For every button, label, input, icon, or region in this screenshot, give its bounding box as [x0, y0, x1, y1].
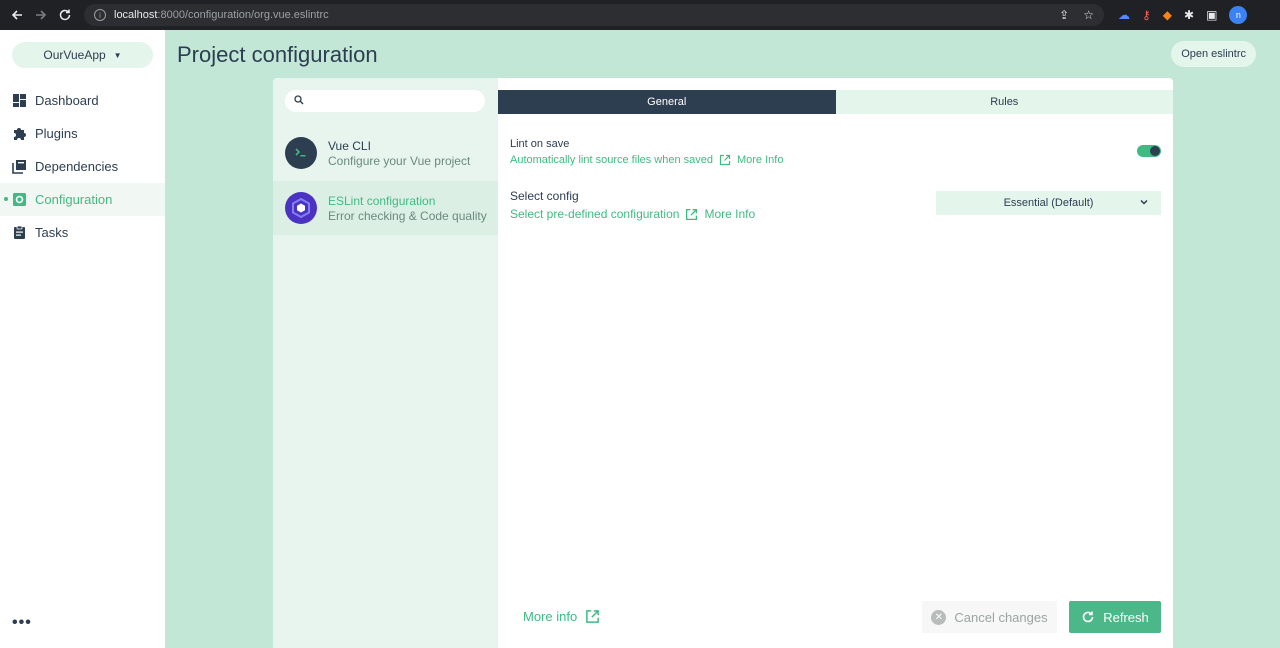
project-name: OurVueApp [43, 48, 106, 62]
lint-on-save-toggle[interactable] [1137, 145, 1161, 157]
prompt-lint-on-save: Lint on save Automatically lint source f… [510, 138, 783, 166]
footer-more-info-label: More info [523, 609, 578, 624]
config-item-description: Error checking & Code quality [328, 208, 487, 223]
url-path: :8000/configuration/org.vue.eslintrc [157, 9, 329, 21]
sidebar-item-label: Dashboard [35, 93, 99, 108]
url-host: localhost [114, 9, 158, 21]
sidebar-item-dashboard[interactable]: Dashboard [0, 84, 165, 117]
search-icon [294, 92, 304, 110]
extensions-puzzle-icon[interactable]: ✱ [1184, 8, 1194, 22]
sidebar-item-plugins[interactable]: Plugins [0, 117, 165, 150]
page-title: Project configuration [177, 42, 378, 67]
side-panel-icon[interactable]: ▣ [1206, 8, 1217, 22]
sidebar: OurVueApp ▼ Dashboard Plugins Dependenci… [0, 30, 165, 648]
dashboard-icon [12, 93, 27, 108]
prompt-description-text: Select pre-defined configuration [510, 207, 680, 221]
open-in-new-icon [585, 609, 600, 624]
library-icon [12, 159, 27, 174]
caret-down-icon: ▼ [113, 50, 122, 60]
open-in-new-icon[interactable] [719, 154, 731, 166]
config-item-eslint[interactable]: ESLint configuration Error checking & Co… [273, 181, 498, 235]
forward-icon[interactable] [30, 4, 52, 26]
config-preset-select[interactable]: Essential (Default) [936, 191, 1161, 215]
site-info-icon[interactable]: i [94, 9, 106, 21]
clipboard-icon [12, 225, 27, 240]
sidebar-item-label: Tasks [35, 225, 69, 240]
toggle-knob [1150, 146, 1160, 156]
more-menu-icon[interactable]: ••• [12, 614, 32, 632]
sidebar-item-configuration[interactable]: Configuration [0, 183, 165, 216]
address-bar[interactable]: i localhost :8000/configuration/org.vue.… [84, 4, 1104, 26]
prompt-name: Lint on save [510, 138, 570, 150]
config-item-name: Vue CLI [328, 138, 371, 153]
prompt-name: Select config [510, 189, 579, 203]
refresh-icon [1081, 610, 1095, 624]
config-item-name: ESLint configuration [328, 193, 436, 208]
tab-rules[interactable]: Rules [835, 90, 1173, 114]
settings-applications-icon [12, 192, 27, 207]
eslint-logo-icon [285, 192, 317, 224]
share-icon[interactable]: ⇪ [1059, 8, 1069, 22]
config-item-vue-cli[interactable]: Vue CLI Configure your Vue project [273, 126, 498, 180]
sidebar-item-label: Dependencies [35, 159, 119, 174]
tab-bar: General Rules [498, 90, 1173, 114]
cancel-label: Cancel changes [954, 609, 1048, 625]
main-content: Project configuration Open eslintrc Vue … [165, 30, 1280, 648]
open-in-new-icon[interactable] [685, 208, 698, 221]
configuration-panel: Vue CLI Configure your Vue project ESLin… [273, 78, 1173, 648]
sidebar-item-dependencies[interactable]: Dependencies [0, 150, 165, 183]
reload-icon[interactable] [54, 4, 76, 26]
prompt-select-config: Select config Select pre-defined configu… [510, 189, 755, 221]
tab-general[interactable]: General [498, 90, 836, 114]
refresh-button[interactable]: Refresh [1069, 601, 1161, 633]
config-details: General Rules Lint on save Automatically… [498, 78, 1173, 648]
prompt-description: Automatically lint source files when sav… [510, 154, 783, 166]
open-eslintrc-button[interactable]: Open eslintrc [1171, 41, 1256, 67]
sidebar-nav: Dashboard Plugins Dependencies Configura… [0, 84, 165, 249]
sidebar-item-label: Plugins [35, 126, 78, 141]
extension-key-icon[interactable]: ⚷ [1142, 8, 1151, 22]
sidebar-item-label: Configuration [35, 192, 113, 207]
sidebar-item-tasks[interactable]: Tasks [0, 216, 165, 249]
browser-toolbar: i localhost :8000/configuration/org.vue.… [0, 0, 1280, 30]
cancel-icon: ✕ [931, 609, 947, 625]
footer-more-info-link[interactable]: More info [523, 609, 600, 624]
more-info-link[interactable]: More Info [737, 154, 783, 166]
config-item-description: Configure your Vue project [328, 153, 471, 168]
prompt-description-text: Automatically lint source files when sav… [510, 154, 713, 166]
puzzle-icon [12, 126, 27, 141]
extension-cloud-icon[interactable]: ☁ [1118, 8, 1130, 22]
back-icon[interactable] [6, 4, 28, 26]
prompt-description: Select pre-defined configuration More In… [510, 207, 755, 221]
refresh-label: Refresh [1103, 609, 1149, 625]
select-value: Essential (Default) [1003, 197, 1094, 209]
terminal-icon [285, 137, 317, 169]
search-input[interactable] [310, 95, 480, 107]
extension-fox-icon[interactable]: ◆ [1163, 8, 1172, 22]
chevron-down-icon [1139, 197, 1149, 210]
profile-avatar[interactable]: n [1229, 6, 1248, 24]
project-selector[interactable]: OurVueApp ▼ [12, 42, 153, 68]
cancel-changes-button[interactable]: ✕ Cancel changes [922, 601, 1057, 633]
search-box[interactable] [285, 90, 485, 112]
more-info-link[interactable]: More Info [704, 207, 755, 221]
config-list: Vue CLI Configure your Vue project ESLin… [273, 78, 498, 648]
bookmark-star-icon[interactable]: ☆ [1083, 8, 1094, 22]
